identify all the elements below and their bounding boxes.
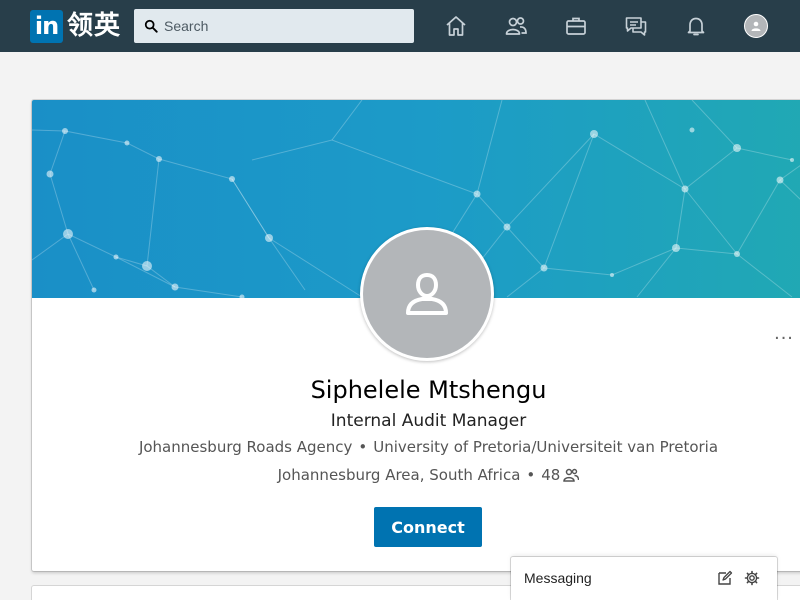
logo-wordmark: 领英: [67, 11, 122, 41]
jobs-icon[interactable]: [564, 14, 588, 38]
messaging-icon[interactable]: [624, 14, 648, 38]
compose-icon[interactable]: [717, 570, 733, 586]
search-box[interactable]: [134, 9, 414, 43]
settings-icon[interactable]: [744, 570, 760, 586]
profile-photo-frame[interactable]: [360, 227, 494, 361]
education-link[interactable]: University of Pretoria/Universiteit van …: [373, 438, 718, 456]
connections-count[interactable]: 48: [541, 466, 560, 484]
notifications-icon[interactable]: [684, 14, 708, 38]
messaging-overlay[interactable]: Messaging: [511, 557, 777, 600]
profile-name: Siphelele Mtshengu: [310, 376, 547, 404]
connect-button[interactable]: Connect: [374, 507, 482, 547]
search-input[interactable]: [164, 18, 404, 34]
separator-dot: •: [358, 438, 368, 456]
more-actions-icon[interactable]: ...: [772, 323, 796, 348]
profile-location-connections: Johannesburg Area, South Africa • 48: [32, 466, 800, 484]
user-silhouette-icon: [751, 21, 761, 31]
user-silhouette-icon: [406, 272, 448, 315]
profile-company-education: Johannesburg Roads Agency • University of …: [32, 438, 800, 456]
me-avatar[interactable]: [744, 14, 768, 38]
messaging-label[interactable]: Messaging: [524, 570, 592, 586]
top-nav-bar: in 领英: [0, 0, 800, 52]
network-icon[interactable]: [504, 14, 528, 38]
linkedin-logo[interactable]: in 领英: [30, 10, 121, 43]
search-icon: [144, 19, 158, 33]
logo-in-mark: in: [30, 10, 63, 43]
current-company-link[interactable]: Johannesburg Roads Agency: [139, 438, 352, 456]
home-icon[interactable]: [444, 14, 468, 38]
separator-dot: •: [526, 466, 536, 484]
profile-photo: [363, 230, 491, 358]
profile-top-card: ... Siphelele Mtshengu Internal Audit Ma…: [32, 100, 800, 571]
profile-location: Johannesburg Area, South Africa: [277, 466, 521, 484]
profile-headline: Internal Audit Manager: [330, 411, 527, 431]
connections-icon: [563, 468, 580, 482]
